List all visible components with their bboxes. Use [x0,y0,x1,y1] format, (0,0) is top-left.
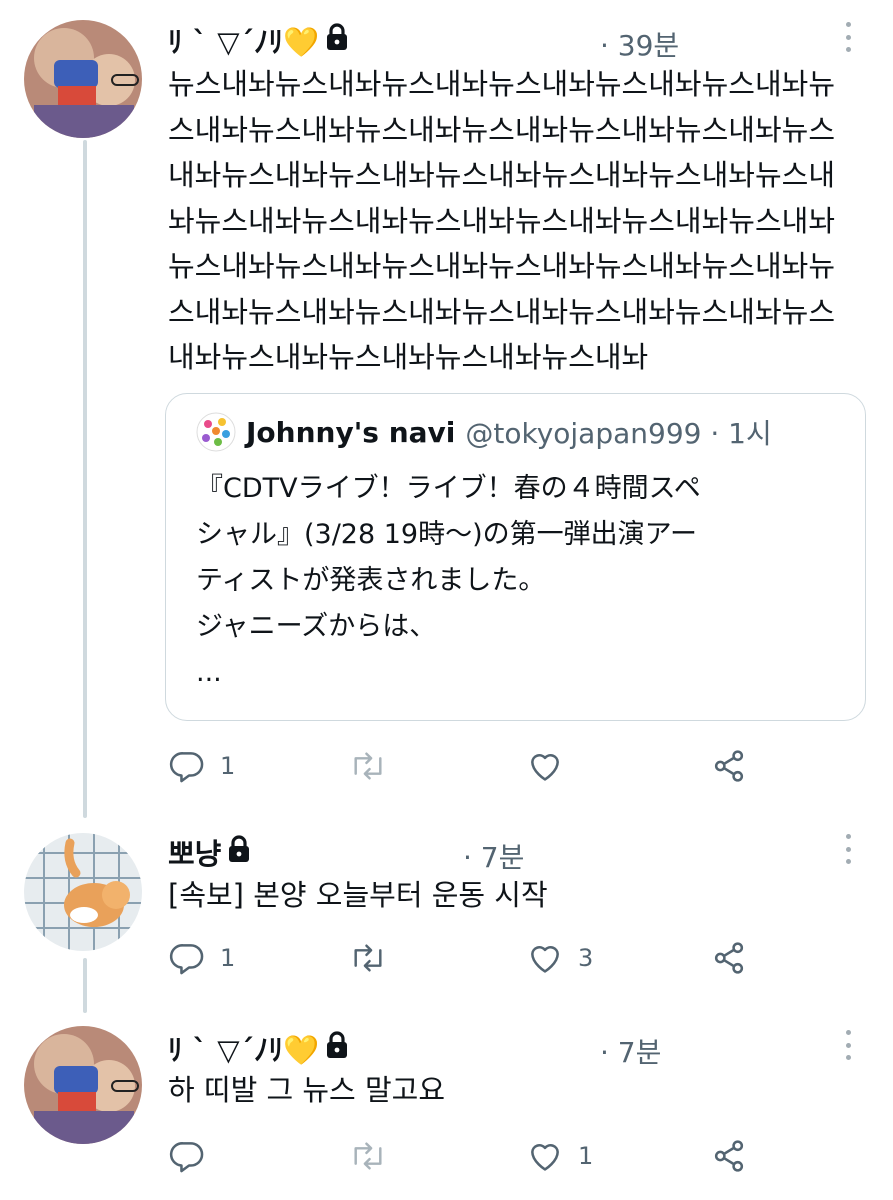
quote-line: 『CDTVライブ！ライブ！春の４時間スペ [196,473,701,504]
heart-icon [526,747,564,785]
user-name[interactable]: ﾘ ` ▽´ﾉﾘ💛 [168,1027,319,1069]
quote-handle: @tokyojapan999 · 1시 [465,417,772,450]
thread-line [83,958,87,1013]
reply-icon [168,747,206,785]
reply-icon [168,1137,206,1175]
avatar[interactable] [24,20,142,138]
quote-line: ティストが発表されました。 [196,565,546,596]
retweet-icon [348,747,388,785]
quoted-tweet[interactable]: Johnny's navi @tokyojapan999 · 1시 『CDTVラ… [165,393,866,721]
tweet-text: 뉴스내놔뉴스내놔뉴스내놔뉴스내놔뉴스내놔뉴스내놔뉴스내놔뉴스내놔뉴스내놔뉴스내놔… [168,67,836,374]
heart-icon [526,939,564,977]
retweet-icon [348,939,388,977]
retweet-button[interactable] [348,746,388,786]
reply-icon [168,939,206,977]
share-button[interactable] [710,938,748,978]
quote-user-name: Johnny's navi [246,415,456,449]
quote-line: シャル』(3/28 19時〜)の第一弾出演アー [196,519,698,550]
quote-line: ジャニーズからは、 [196,611,437,642]
avatar[interactable] [24,833,142,951]
quote-avatar [196,412,236,452]
share-icon [710,1137,748,1175]
user-name[interactable]: 뽀냥 [168,831,221,873]
tweet-actions: 1 3 [168,938,768,978]
tweet-text: [속보] 본양 오늘부터 운동 시작 [168,878,548,912]
share-icon [710,747,748,785]
like-button[interactable]: 3 [526,938,593,978]
timestamp[interactable]: · 7분 [463,836,524,876]
quote-text: 『CDTVライブ！ライブ！春の４時間スペ シャル』(3/28 19時〜)の第一弾… [196,466,836,696]
thread-line [83,140,87,818]
timestamp[interactable]: · 39분 [600,24,679,64]
reply-count: 1 [220,752,236,780]
more-icon[interactable] [843,834,853,864]
like-button[interactable] [526,746,564,786]
timestamp[interactable]: · 7분 [600,1031,661,1071]
tweet-actions: 1 [168,746,768,786]
lock-icon [325,22,349,58]
tweet-text: 하 띠발 그 뉴스 말고요 [168,1073,445,1107]
retweet-button[interactable] [348,938,388,978]
share-button[interactable] [710,1136,748,1176]
more-icon[interactable] [843,22,853,52]
more-icon[interactable] [843,1030,853,1060]
quote-line: ... [196,657,222,688]
like-button[interactable]: 1 [526,1136,593,1176]
retweet-button[interactable] [348,1136,388,1176]
reply-button[interactable]: 1 [168,938,235,978]
lock-icon [227,834,251,870]
avatar[interactable] [24,1026,142,1144]
heart-icon [526,1137,564,1175]
like-count: 3 [578,944,594,972]
tweet-actions: 1 [168,1136,768,1176]
reply-button[interactable]: 1 [168,746,235,786]
user-name[interactable]: ﾘ ` ▽´ﾉﾘ💛 [168,19,319,61]
share-icon [710,939,748,977]
lock-icon [325,1030,349,1066]
reply-count: 1 [220,944,236,972]
retweet-icon [348,1137,388,1175]
share-button[interactable] [710,746,748,786]
reply-button[interactable] [168,1136,206,1176]
like-count: 1 [578,1142,594,1170]
